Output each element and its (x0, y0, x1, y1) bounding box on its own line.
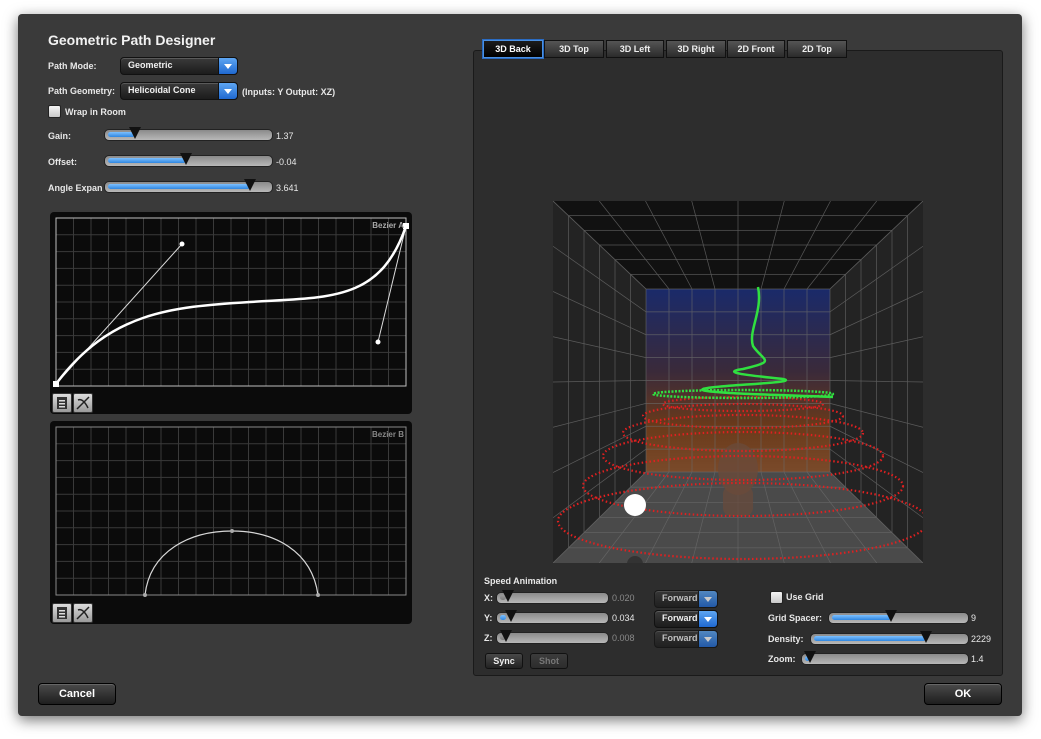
direction-value: Forward (662, 613, 698, 623)
bezier-b-panel: Bezier B (50, 421, 412, 624)
control-line-2 (377, 225, 407, 343)
slider-thumb[interactable] (804, 651, 816, 663)
slider-value: 3.641 (276, 183, 299, 193)
speed-value: 0.008 (612, 633, 635, 643)
dialog-window: Geometric Path Designer Path Mode: Geome… (18, 14, 1022, 716)
path-mode-value: Geometric (128, 60, 173, 70)
path-geometry-dropdown[interactable]: Helicoidal Cone (120, 82, 238, 100)
slider-thumb[interactable] (502, 590, 514, 602)
speed-axis-label: Z: (484, 633, 493, 643)
curve-tool-icon[interactable] (73, 603, 93, 623)
speed-slider[interactable] (496, 590, 609, 604)
wrap-in-room-label: Wrap in Room (65, 107, 126, 117)
path-geometry-value: Helicoidal Cone (128, 85, 196, 95)
slider-value: 1.37 (276, 131, 294, 141)
ok-button[interactable]: OK (924, 683, 1002, 705)
wrap-in-room-checkbox[interactable] (48, 105, 61, 118)
slider-thumb[interactable] (505, 610, 517, 622)
grid-value: 1.4 (971, 654, 984, 664)
grid-label: Density: (768, 634, 804, 644)
tab-2d-top[interactable]: 2D Top (787, 40, 847, 58)
chevron-down-icon (698, 590, 718, 608)
slider-label: Offset: (48, 157, 77, 167)
sync-button[interactable]: Sync (485, 653, 523, 669)
grid-value: 9 (971, 613, 977, 623)
slider-label: Gain: (48, 131, 72, 141)
tab-3d-top[interactable]: 3D Top (544, 40, 604, 58)
room-3d-view[interactable] (553, 201, 923, 563)
grid-label: Zoom: (768, 654, 796, 664)
bezier-b-anchor-1[interactable] (143, 593, 147, 597)
speed-value: 0.020 (612, 593, 635, 603)
slider-thumb[interactable] (244, 179, 256, 191)
slider-thumb[interactable] (885, 610, 897, 622)
speed-value: 0.034 (612, 613, 635, 623)
cancel-button[interactable]: Cancel (38, 683, 116, 705)
bezier-a-graph[interactable] (50, 212, 412, 414)
slider-value: -0.04 (276, 157, 297, 167)
grid-label: Grid Spacer: (768, 613, 823, 623)
direction-dropdown[interactable]: Forward (654, 630, 718, 648)
direction-dropdown[interactable]: Forward (654, 590, 718, 608)
bezier-b-label: Bezier B (371, 430, 404, 439)
direction-dropdown[interactable]: Forward (654, 610, 718, 628)
speed-axis-label: X: (484, 593, 493, 603)
direction-value: Forward (662, 593, 698, 603)
slider-thumb[interactable] (500, 630, 512, 642)
speed-slider[interactable] (496, 610, 609, 624)
use-grid-label: Use Grid (786, 592, 824, 602)
curve-tool-icon[interactable] (73, 393, 93, 413)
chevron-down-icon (698, 630, 718, 648)
tab-2d-front[interactable]: 2D Front (727, 40, 785, 58)
clipboard-icon[interactable] (52, 393, 72, 413)
grid-slider[interactable] (828, 610, 969, 624)
grid-slider[interactable] (801, 651, 969, 665)
anchor-start[interactable] (53, 381, 59, 387)
slider-track[interactable] (104, 179, 273, 193)
slider-fill (108, 184, 250, 189)
clipboard-icon[interactable] (52, 603, 72, 623)
source-marker[interactable] (624, 494, 646, 516)
tab-3d-right[interactable]: 3D Right (666, 40, 726, 58)
chevron-down-icon (698, 610, 718, 628)
bezier-b-anchor-2[interactable] (316, 593, 320, 597)
slider-fill (108, 158, 186, 163)
slider-track[interactable] (104, 153, 273, 167)
slider-label: Angle Expan (48, 183, 103, 193)
path-mode-label: Path Mode: (48, 61, 97, 71)
grid-slider[interactable] (810, 631, 969, 645)
use-grid-checkbox[interactable] (770, 591, 783, 604)
direction-value: Forward (662, 633, 698, 643)
shot-button[interactable]: Shot (530, 653, 568, 669)
speed-animation-title: Speed Animation (484, 576, 558, 586)
bezier-a-panel: Bezier A (50, 212, 412, 414)
path-mode-dropdown[interactable]: Geometric (120, 57, 238, 75)
speed-slider[interactable] (496, 630, 609, 644)
slider-thumb[interactable] (129, 127, 141, 139)
tab-3d-left[interactable]: 3D Left (606, 40, 664, 58)
slider-thumb[interactable] (920, 631, 932, 643)
bezier-b-graph[interactable] (50, 421, 412, 624)
chevron-down-icon (218, 57, 238, 75)
path-geometry-label: Path Geometry: (48, 86, 116, 96)
window-title: Geometric Path Designer (48, 32, 216, 48)
bezier-b-point[interactable] (230, 529, 234, 533)
control-point-2[interactable] (375, 339, 381, 345)
chevron-down-icon (218, 82, 238, 100)
grid-value: 2229 (971, 634, 992, 644)
slider-thumb[interactable] (180, 153, 192, 165)
bezier-a-label: Bezier A (372, 221, 404, 230)
control-point-1[interactable] (179, 241, 185, 247)
path-geometry-note: (Inputs: Y Output: XZ) (242, 87, 336, 97)
speed-axis-label: Y: (484, 613, 493, 623)
slider-track[interactable] (104, 127, 273, 141)
tab-3d-back[interactable]: 3D Back (483, 40, 543, 58)
